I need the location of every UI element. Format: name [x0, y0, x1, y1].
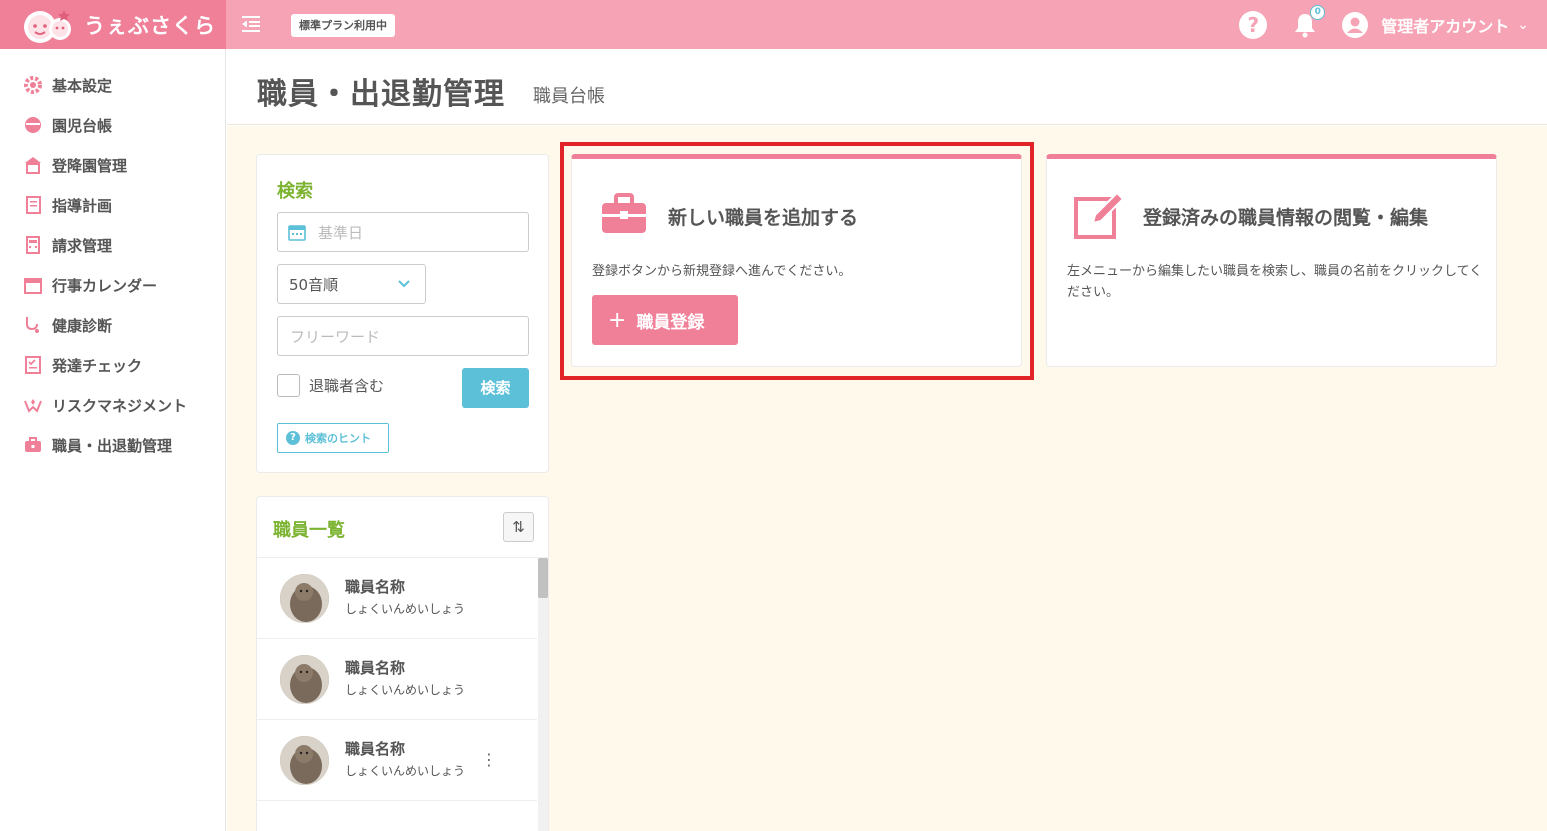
staff-name: 職員名称 — [345, 659, 406, 677]
menu-collapse-icon[interactable] — [240, 13, 262, 35]
include-retired-label: 退職者含む — [309, 377, 385, 395]
sort-order-value: 50音順 — [289, 275, 339, 294]
brand-logo[interactable]: うぇぶさくら — [0, 0, 226, 49]
staff-row[interactable]: 職員名称 しょくいんめいしょう ⋮ — [257, 720, 537, 801]
search-button[interactable]: 検索 — [462, 368, 529, 408]
search-panel: 検索 基準日 50音順 フリーワード 退職者含む 検索 ? 検索のヒント — [256, 154, 549, 473]
sort-order-select[interactable]: 50音順 — [277, 264, 426, 304]
school-icon — [22, 154, 44, 176]
sidebar-item-label: 職員・出退勤管理 — [52, 436, 173, 455]
sidebar-item-label: 園児台帳 — [52, 116, 113, 135]
add-staff-title: 新しい職員を追加する — [668, 207, 859, 229]
calculator-icon — [22, 234, 44, 256]
checklist-icon — [22, 354, 44, 376]
freeword-placeholder: フリーワード — [290, 327, 381, 346]
sidebar-item-basic-settings[interactable]: 基本設定 — [22, 73, 112, 97]
sidebar-item-development-check[interactable]: 発達チェック — [22, 353, 142, 377]
include-retired-option[interactable]: 退職者含む — [277, 374, 384, 397]
edit-staff-description: 左メニューから編集したい職員を検索し、職員の名前をクリックしてください。 — [1067, 264, 1483, 300]
notification-button[interactable]: 0 — [1291, 4, 1326, 39]
sort-toggle-button[interactable]: ⇅ — [503, 512, 534, 542]
include-retired-checkbox[interactable] — [277, 374, 300, 397]
sidebar-item-label: 請求管理 — [52, 236, 113, 255]
sidebar-item-label: 行事カレンダー — [52, 276, 158, 295]
brand-name: うぇぶさくら — [84, 13, 216, 38]
main-content: 検索 基準日 50音順 フリーワード 退職者含む 検索 ? 検索のヒント 職員一… — [227, 126, 1547, 831]
search-hint-button[interactable]: ? 検索のヒント — [277, 423, 389, 453]
hands-icon — [22, 394, 44, 416]
more-options-icon[interactable]: ⋮ — [481, 750, 497, 769]
edit-staff-card: 登録済みの職員情報の閲覧・編集 左メニューから編集したい職員を検索し、職員の名前… — [1046, 154, 1497, 367]
plus-icon: + — [608, 307, 627, 333]
scrollbar[interactable] — [538, 557, 548, 831]
sidebar-item-label: 健康診断 — [52, 316, 113, 335]
sidebar-item-child-register[interactable]: 園児台帳 — [22, 113, 112, 137]
sidebar-item-health-check[interactable]: 健康診断 — [22, 313, 112, 337]
header-actions: ? 0 管理者アカウント ⌄ — [1239, 0, 1529, 49]
sakura-logo-icon — [24, 9, 71, 43]
staff-avatar — [280, 574, 329, 623]
staff-name: 職員名称 — [345, 578, 406, 596]
sidebar-item-label: 登降園管理 — [52, 156, 128, 175]
question-icon: ? — [286, 431, 300, 445]
register-staff-label: 職員登録 — [636, 312, 705, 333]
sidebar-item-label: 基本設定 — [52, 76, 113, 95]
add-staff-card: 新しい職員を追加する 登録ボタンから新規登録へ進んでください。 + 職員登録 — [571, 154, 1022, 367]
page-title: 職員・出退勤管理 — [257, 77, 505, 112]
sidebar-item-attendance[interactable]: 登降園管理 — [22, 153, 127, 177]
page-header: 職員・出退勤管理 職員台帳 — [227, 49, 1547, 125]
staff-kana: しょくいんめいしょう — [345, 683, 466, 697]
gear-icon — [22, 74, 44, 96]
staff-list-heading: 職員一覧 — [273, 520, 345, 541]
briefcase-icon — [22, 434, 44, 456]
staff-row[interactable]: 職員名称 しょくいんめいしょう — [257, 558, 537, 639]
sidebar-item-label: リスクマネジメント — [52, 396, 188, 415]
search-hint-label: 検索のヒント — [305, 432, 371, 445]
plan-badge: 標準プラン利用中 — [291, 14, 395, 37]
notebook-icon — [22, 194, 44, 216]
calendar-icon — [22, 274, 44, 296]
scrollbar-thumb[interactable] — [538, 558, 548, 598]
sidebar-item-guidance-plan[interactable]: 指導計画 — [22, 193, 112, 217]
staff-name: 職員名称 — [345, 740, 406, 758]
sidebar-item-risk-management[interactable]: リスクマネジメント — [22, 393, 187, 417]
child-icon — [22, 114, 44, 136]
chevron-down-icon — [398, 280, 410, 288]
sidebar-item-billing[interactable]: 請求管理 — [22, 233, 112, 257]
staff-avatar — [280, 736, 329, 785]
search-heading: 検索 — [277, 181, 313, 202]
register-staff-button[interactable]: + 職員登録 — [592, 295, 738, 345]
top-header: うぇぶさくら 標準プラン利用中 ? 0 管理者アカウント ⌄ — [0, 0, 1547, 49]
staff-avatar — [280, 655, 329, 704]
briefcase-icon — [602, 193, 646, 233]
calendar-icon — [288, 225, 306, 241]
staff-row[interactable]: 職員名称 しょくいんめいしょう — [257, 639, 537, 720]
edit-staff-title: 登録済みの職員情報の閲覧・編集 — [1143, 207, 1429, 229]
notification-count-badge: 0 — [1310, 4, 1326, 20]
staff-list-panel: 職員一覧 ⇅ 職員名称 しょくいんめいしょう 職員名称 しょくいんめいしょう 職… — [256, 496, 549, 831]
chevron-down-icon[interactable]: ⌄ — [1517, 17, 1529, 33]
freeword-input[interactable]: フリーワード — [277, 316, 529, 356]
edit-icon — [1074, 191, 1125, 239]
sidebar-nav: 基本設定 園児台帳 登降園管理 指導計画 請求管理 行事カレンダー 健康診断 発… — [0, 49, 226, 831]
stethoscope-icon — [22, 314, 44, 336]
sidebar-item-label: 発達チェック — [52, 356, 143, 375]
reference-date-placeholder: 基準日 — [318, 223, 364, 242]
sidebar-item-staff-management[interactable]: 職員・出退勤管理 — [22, 433, 172, 457]
page-subtitle: 職員台帳 — [533, 86, 605, 107]
add-staff-description: 登録ボタンから新規登録へ進んでください。 — [592, 264, 852, 279]
staff-kana: しょくいんめいしょう — [345, 764, 466, 778]
help-icon[interactable]: ? — [1239, 10, 1268, 39]
user-account-name[interactable]: 管理者アカウント — [1381, 13, 1509, 37]
sidebar-item-label: 指導計画 — [52, 196, 113, 215]
user-avatar-icon[interactable] — [1341, 11, 1369, 39]
reference-date-field[interactable]: 基準日 — [277, 212, 529, 252]
staff-kana: しょくいんめいしょう — [345, 602, 466, 616]
sidebar-item-event-calendar[interactable]: 行事カレンダー — [22, 273, 157, 297]
